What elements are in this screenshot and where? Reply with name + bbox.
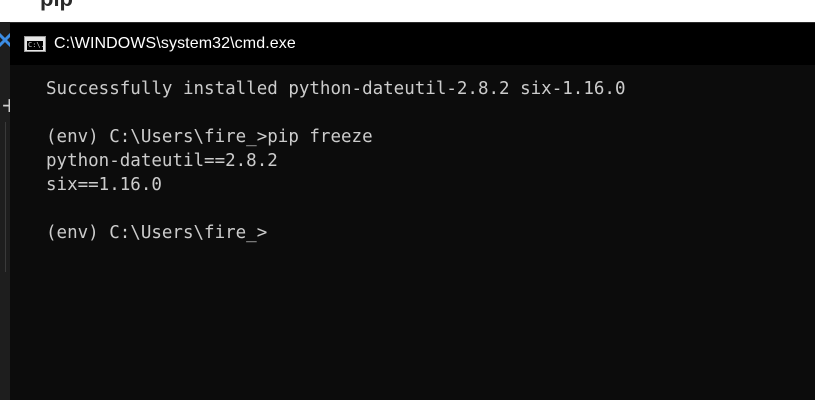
screenshot: pip + C:\. C:\WINDOWS\system32\cmd.exe S… — [0, 0, 815, 400]
window-title: C:\WINDOWS\system32\cmd.exe — [54, 35, 296, 52]
editor-side-strip: + — [0, 22, 18, 400]
console-line: Successfully installed python-dateutil-2… — [46, 79, 626, 99]
side-divider — [5, 122, 6, 272]
console-output[interactable]: Successfully installed python-dateutil-2… — [10, 65, 815, 400]
console-line: six==1.16.0 — [46, 175, 162, 195]
background-text-bold: pip — [40, 0, 73, 11]
console-line: (env) C:\Users\fire_> — [46, 223, 268, 243]
console-line: python-dateutil==2.8.2 — [46, 151, 278, 171]
cmd-icon-label: C:\. — [27, 41, 45, 50]
cmd-window[interactable]: C:\. C:\WINDOWS\system32\cmd.exe Success… — [10, 22, 815, 400]
title-bar[interactable]: C:\. C:\WINDOWS\system32\cmd.exe — [10, 23, 815, 65]
cmd-icon[interactable]: C:\. — [24, 36, 46, 52]
console-line: (env) C:\Users\fire_>pip freeze — [46, 127, 373, 147]
background-page-text: pip — [40, 0, 73, 12]
